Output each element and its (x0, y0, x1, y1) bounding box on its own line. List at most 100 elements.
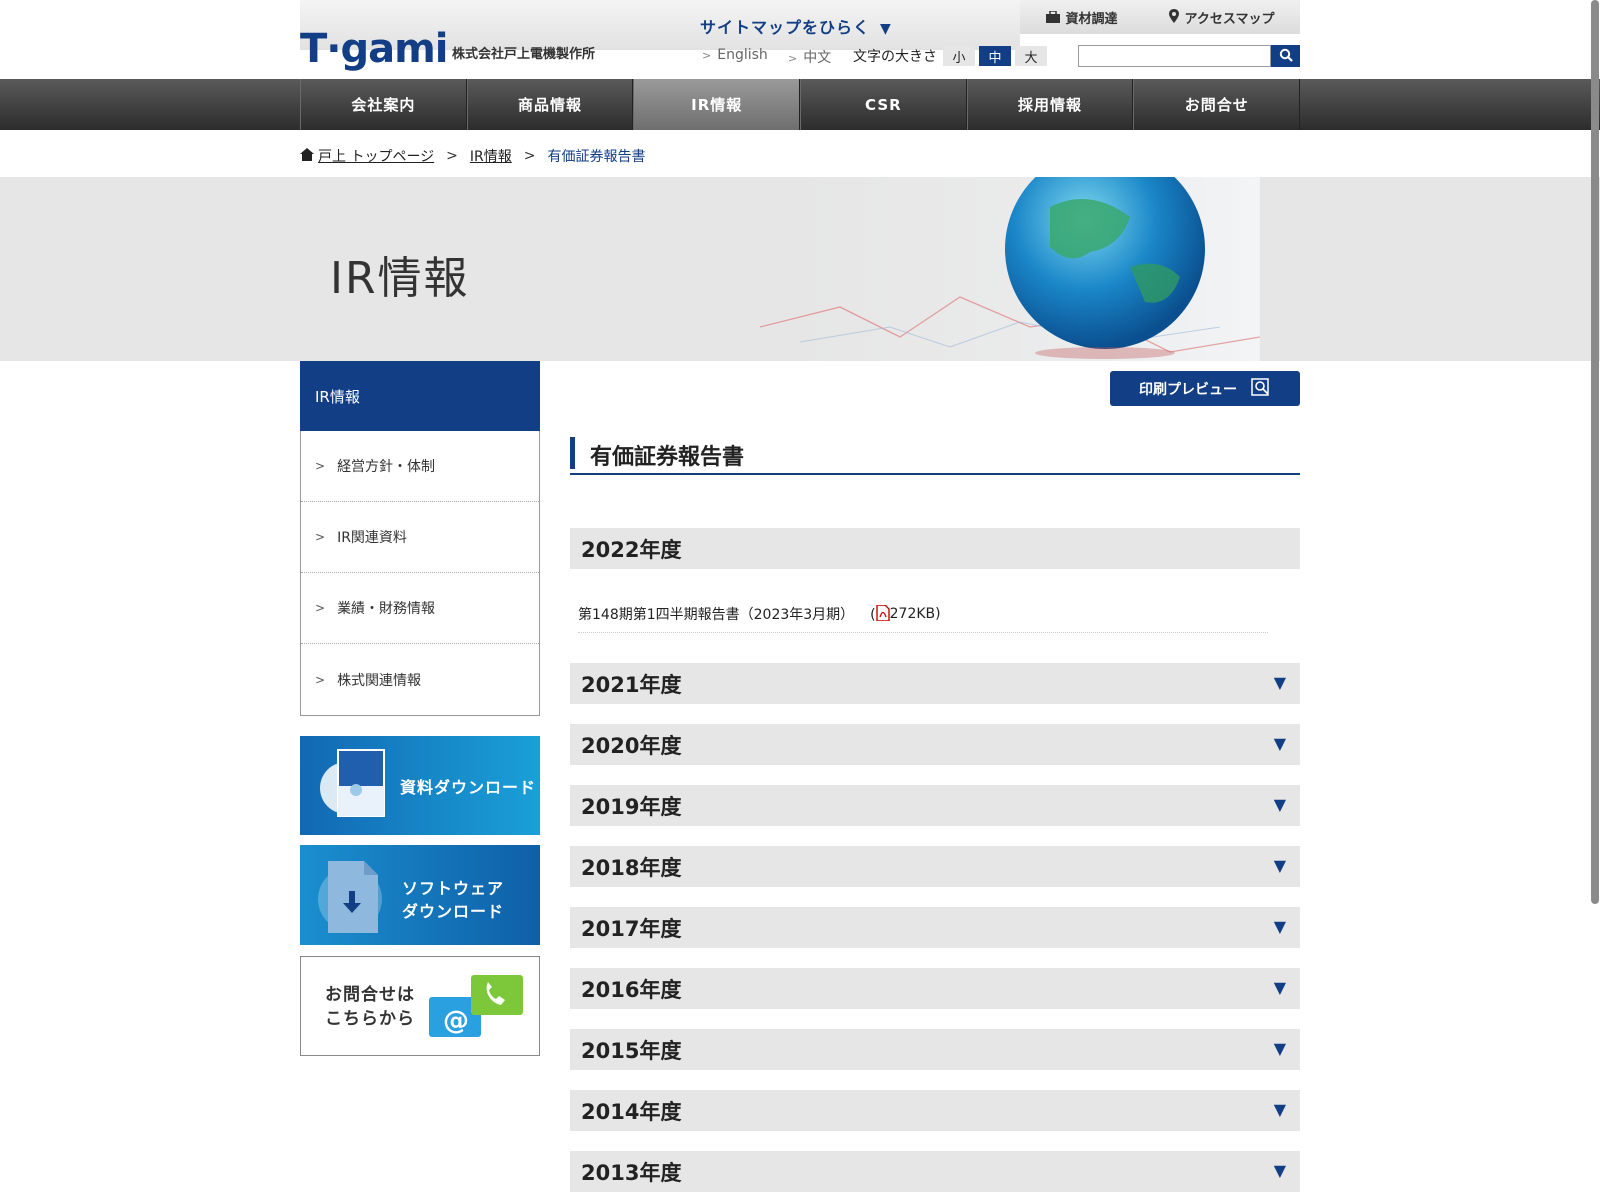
sidebar-item-label: 株式関連情報 (337, 672, 422, 689)
year-label: 2022年度 (581, 537, 682, 562)
chevron-right-icon: > (523, 148, 536, 164)
logo-text: T·gami (300, 26, 448, 72)
svg-text:@: @ (443, 1006, 469, 1036)
briefcase-icon (1045, 9, 1060, 27)
sidebar-heading[interactable]: IR情報 (300, 361, 540, 431)
home-icon (300, 147, 314, 165)
utility-links: 資材調達 アクセスマップ (1020, 0, 1300, 34)
search-input[interactable] (1078, 45, 1272, 67)
chevron-right-icon: > (315, 672, 326, 687)
year-header-2022[interactable]: 2022年度 (570, 528, 1300, 569)
page-scrollbar[interactable] (1591, 0, 1599, 904)
breadcrumb-current: 有価証券報告書 (547, 149, 646, 165)
nav-item-recruit[interactable]: 採用情報 (966, 79, 1134, 130)
sidebar-item-ir-materials[interactable]: > IR関連資料 (301, 502, 539, 573)
breadcrumb-ir-link[interactable]: IR情報 (470, 146, 512, 166)
software-download-label-2: ダウンロード (402, 902, 505, 921)
file-download-icon (318, 861, 382, 933)
document-row[interactable]: 第148期第1四半期報告書（2023年3月期） (272KB) (578, 596, 1268, 633)
arrow-right-icon: > (702, 49, 712, 62)
access-map-link[interactable]: アクセスマップ (1168, 8, 1275, 27)
sitemap-label[interactable]: サイトマップをひらく (700, 18, 870, 37)
sidebar-item-financial[interactable]: > 業績・財務情報 (301, 573, 539, 644)
font-size-switcher: 文字の大きさ 小 中 大 (853, 46, 1051, 66)
year-label: 2015年度 (581, 1038, 682, 1063)
year-label: 2021年度 (581, 672, 682, 697)
triangle-down-icon: ▼ (1273, 1161, 1286, 1180)
procurement-link[interactable]: 資材調達 (1045, 8, 1118, 27)
lang-english-link[interactable]: > English (702, 47, 768, 63)
page-banner: IR情報 (0, 177, 1600, 361)
year-label: 2017年度 (581, 916, 682, 941)
triangle-down-icon: ▼ (1273, 673, 1286, 692)
site-header: サイトマップをひらく ▼ T·gami 株式会社戸上電機製作所 資材調達 アクセス… (0, 0, 1600, 79)
font-size-medium-button[interactable]: 中 (979, 46, 1011, 66)
sitemap-toggle[interactable]: サイトマップをひらく ▼ (700, 14, 892, 38)
font-size-large-button[interactable]: 大 (1015, 46, 1047, 66)
nav-item-ir[interactable]: IR情報 (633, 79, 801, 130)
software-download-label-1: ソフトウェア (402, 879, 505, 898)
sidebar-item-label: 業績・財務情報 (337, 601, 436, 617)
font-size-small-button[interactable]: 小 (943, 46, 975, 66)
triangle-down-icon: ▼ (1273, 795, 1286, 814)
pdf-icon: ( (870, 604, 890, 623)
banner-title: IR情報 (330, 253, 470, 304)
document-download-banner[interactable]: 資料ダウンロード (300, 736, 540, 835)
sidebar-item-policy[interactable]: > 経営方針・体制 (301, 431, 539, 502)
software-download-banner[interactable]: ソフトウェア ダウンロード (300, 845, 540, 945)
logo[interactable]: T·gami (300, 26, 448, 72)
nav-item-contact[interactable]: お問合せ (1133, 79, 1301, 130)
magnifier-icon (1251, 377, 1271, 400)
lang-english-label: English (717, 47, 768, 63)
font-size-label: 文字の大きさ (853, 49, 937, 65)
year-label: 2016年度 (581, 977, 682, 1002)
global-nav-items: 会社案内 商品情報 IR情報 CSR 採用情報 お問合せ (300, 79, 1301, 130)
search-button[interactable] (1271, 45, 1300, 67)
year-header-2013[interactable]: 2013年度 ▼ (570, 1151, 1300, 1192)
document-title-link[interactable]: 第148期第1四半期報告書（2023年3月期） (578, 604, 854, 624)
nav-item-products[interactable]: 商品情報 (466, 79, 634, 130)
triangle-down-icon: ▼ (1273, 734, 1286, 753)
document-size: 272KB (889, 606, 936, 622)
triangle-down-icon: ▼ (1273, 917, 1286, 936)
lang-chinese-link[interactable]: > 中文 (788, 47, 831, 67)
year-label: 2013年度 (581, 1160, 682, 1185)
sidebar-item-stock[interactable]: > 株式関連情報 (301, 644, 539, 715)
globe-banner-image (700, 177, 1260, 361)
year-header-2016[interactable]: 2016年度 ▼ (570, 968, 1300, 1009)
sidebar-menu: > 経営方針・体制 > IR関連資料 > 業績・財務情報 > 株式関連情報 (300, 431, 540, 716)
year-label: 2019年度 (581, 794, 682, 819)
company-name: 株式会社戸上電機製作所 (452, 47, 596, 62)
nav-item-company[interactable]: 会社案内 (300, 79, 467, 130)
access-map-label: アクセスマップ (1184, 11, 1275, 27)
search-box (1078, 45, 1300, 67)
year-header-2019[interactable]: 2019年度 ▼ (570, 785, 1300, 826)
triangle-down-icon: ▼ (1273, 1039, 1286, 1058)
year-header-2017[interactable]: 2017年度 ▼ (570, 907, 1300, 948)
map-pin-icon (1168, 8, 1179, 27)
contact-label-1: お問合せは (325, 985, 415, 1005)
breadcrumb: 戸上 トップページ > IR情報 > 有価証券報告書 (300, 146, 646, 166)
year-header-2021[interactable]: 2021年度 ▼ (570, 663, 1300, 704)
print-preview-label: 印刷プレビュー (1139, 381, 1237, 398)
year-header-2014[interactable]: 2014年度 ▼ (570, 1090, 1300, 1131)
year-label: 2020年度 (581, 733, 682, 758)
year-header-2018[interactable]: 2018年度 ▼ (570, 846, 1300, 887)
breadcrumb-home-link[interactable]: 戸上 トップページ (318, 146, 434, 166)
header-inner: サイトマップをひらく ▼ T·gami 株式会社戸上電機製作所 資材調達 アクセス… (300, 0, 1300, 79)
year-header-2015[interactable]: 2015年度 ▼ (570, 1029, 1300, 1070)
chevron-right-icon: > (315, 530, 326, 544)
print-preview-button[interactable]: 印刷プレビュー (1110, 371, 1300, 406)
sidebar-item-label: IR関連資料 (337, 530, 407, 546)
chevron-right-icon: > (446, 148, 458, 164)
lang-chinese-label: 中文 (803, 50, 832, 66)
year-label: 2014年度 (581, 1099, 682, 1124)
chevron-right-icon: > (315, 601, 326, 615)
page-title: 有価証券報告書 (590, 445, 745, 470)
triangle-down-icon: ▼ (880, 21, 892, 37)
nav-item-csr[interactable]: CSR (800, 79, 967, 130)
search-icon (1279, 47, 1293, 66)
year-header-2020[interactable]: 2020年度 ▼ (570, 724, 1300, 765)
triangle-down-icon: ▼ (1273, 978, 1286, 997)
contact-banner[interactable]: お問合せは こちらから @ (300, 956, 540, 1056)
